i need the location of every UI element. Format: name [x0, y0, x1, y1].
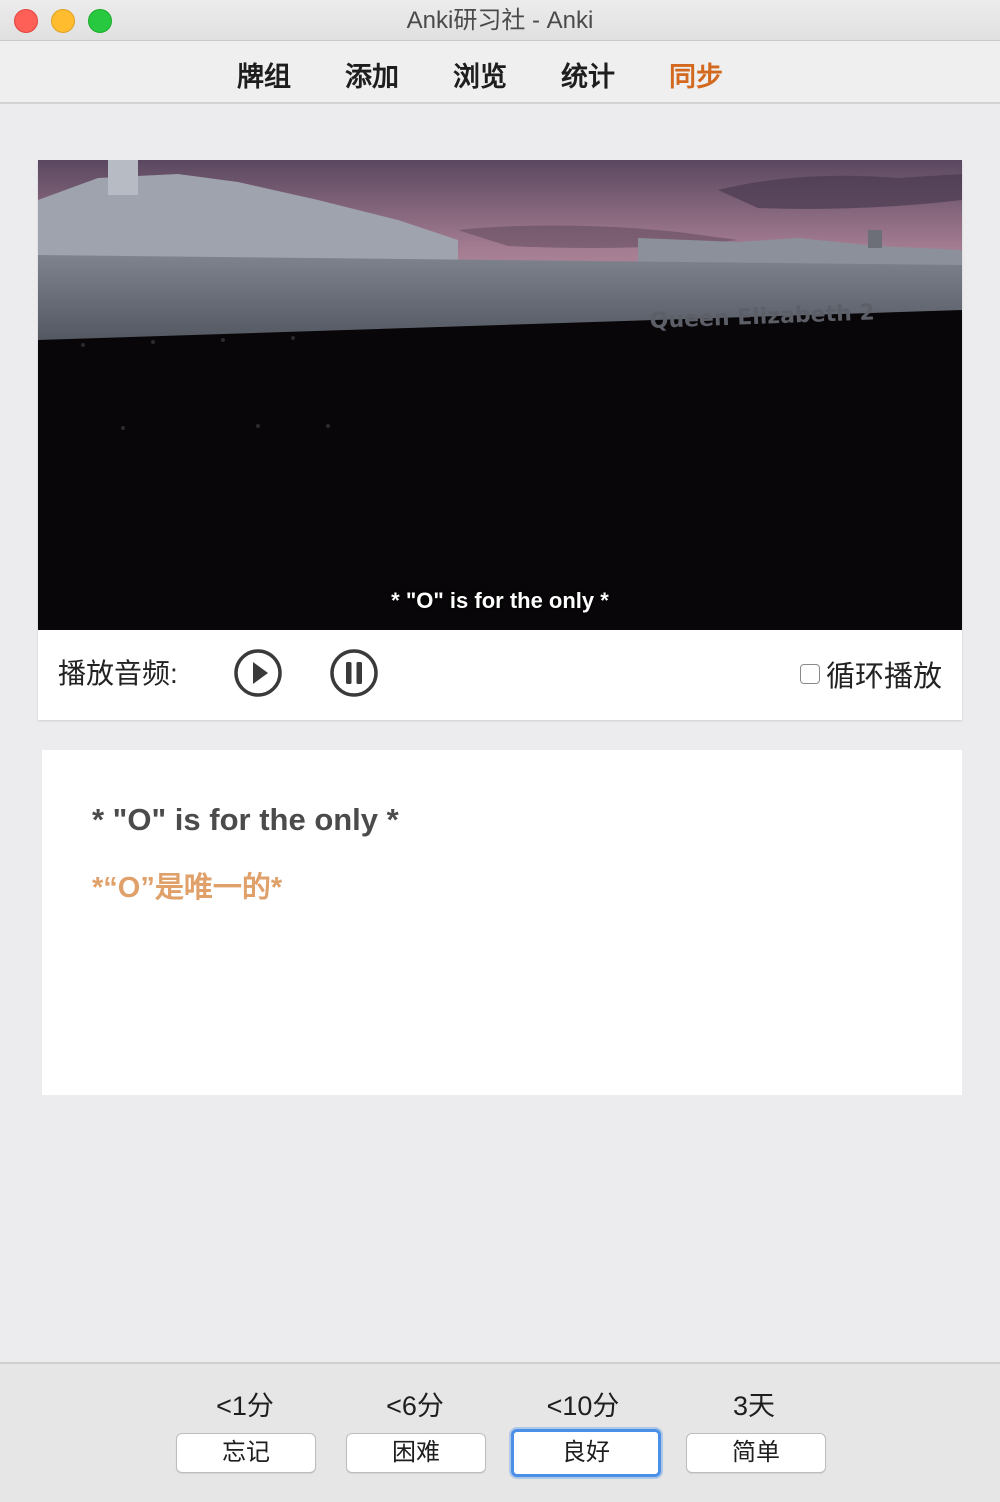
main-toolbar: 牌组 添加 浏览 统计 同步	[0, 41, 1000, 104]
good-button[interactable]: 良好	[511, 1429, 661, 1477]
pause-button[interactable]	[329, 648, 379, 698]
interval-again: <1分	[216, 1391, 274, 1421]
answer-bar: <1分 <6分 <10分 3天 忘记 困难 良好 简单	[0, 1362, 1000, 1502]
play-icon	[234, 649, 282, 697]
toolbar-browse[interactable]: 浏览	[453, 55, 507, 94]
pause-icon	[330, 649, 378, 697]
easy-button[interactable]: 简单	[686, 1433, 826, 1473]
video-subtitle: * "O" is for the only *	[391, 588, 609, 613]
audio-controls: 播放音频: 循环播放	[38, 630, 962, 720]
loop-label: 循环播放	[825, 661, 942, 693]
interval-easy: 3天	[732, 1391, 776, 1421]
again-button[interactable]: 忘记	[176, 1433, 316, 1473]
loop-playback: 循环播放	[799, 654, 942, 694]
interval-good: <10分	[546, 1391, 620, 1421]
card-front-text: * "O" is for the only *	[92, 802, 399, 837]
media-panel: Queen Elizabeth 2 * "O" is for the only …	[38, 160, 962, 720]
hard-button[interactable]: 困难	[346, 1433, 486, 1473]
toolbar-sync[interactable]: 同步	[669, 55, 723, 94]
loop-checkbox[interactable]	[799, 664, 820, 684]
card-content: * "O" is for the only * *“O”是唯一的*	[42, 750, 962, 1095]
title-bar: Anki研习社 - Anki	[0, 0, 1000, 41]
toolbar-add[interactable]: 添加	[345, 55, 399, 94]
video-scene: Queen Elizabeth 2	[38, 160, 962, 630]
card-back-text: *“O”是唯一的*	[92, 872, 283, 904]
play-button[interactable]	[233, 648, 283, 698]
toolbar-stats[interactable]: 统计	[561, 55, 615, 94]
toolbar-decks[interactable]: 牌组	[237, 55, 291, 94]
video-frame[interactable]: Queen Elizabeth 2 * "O" is for the only …	[38, 160, 962, 630]
window-title: Anki研习社 - Anki	[406, 7, 594, 34]
audio-label: 播放音频:	[58, 658, 178, 689]
interval-hard: <6分	[386, 1391, 444, 1421]
